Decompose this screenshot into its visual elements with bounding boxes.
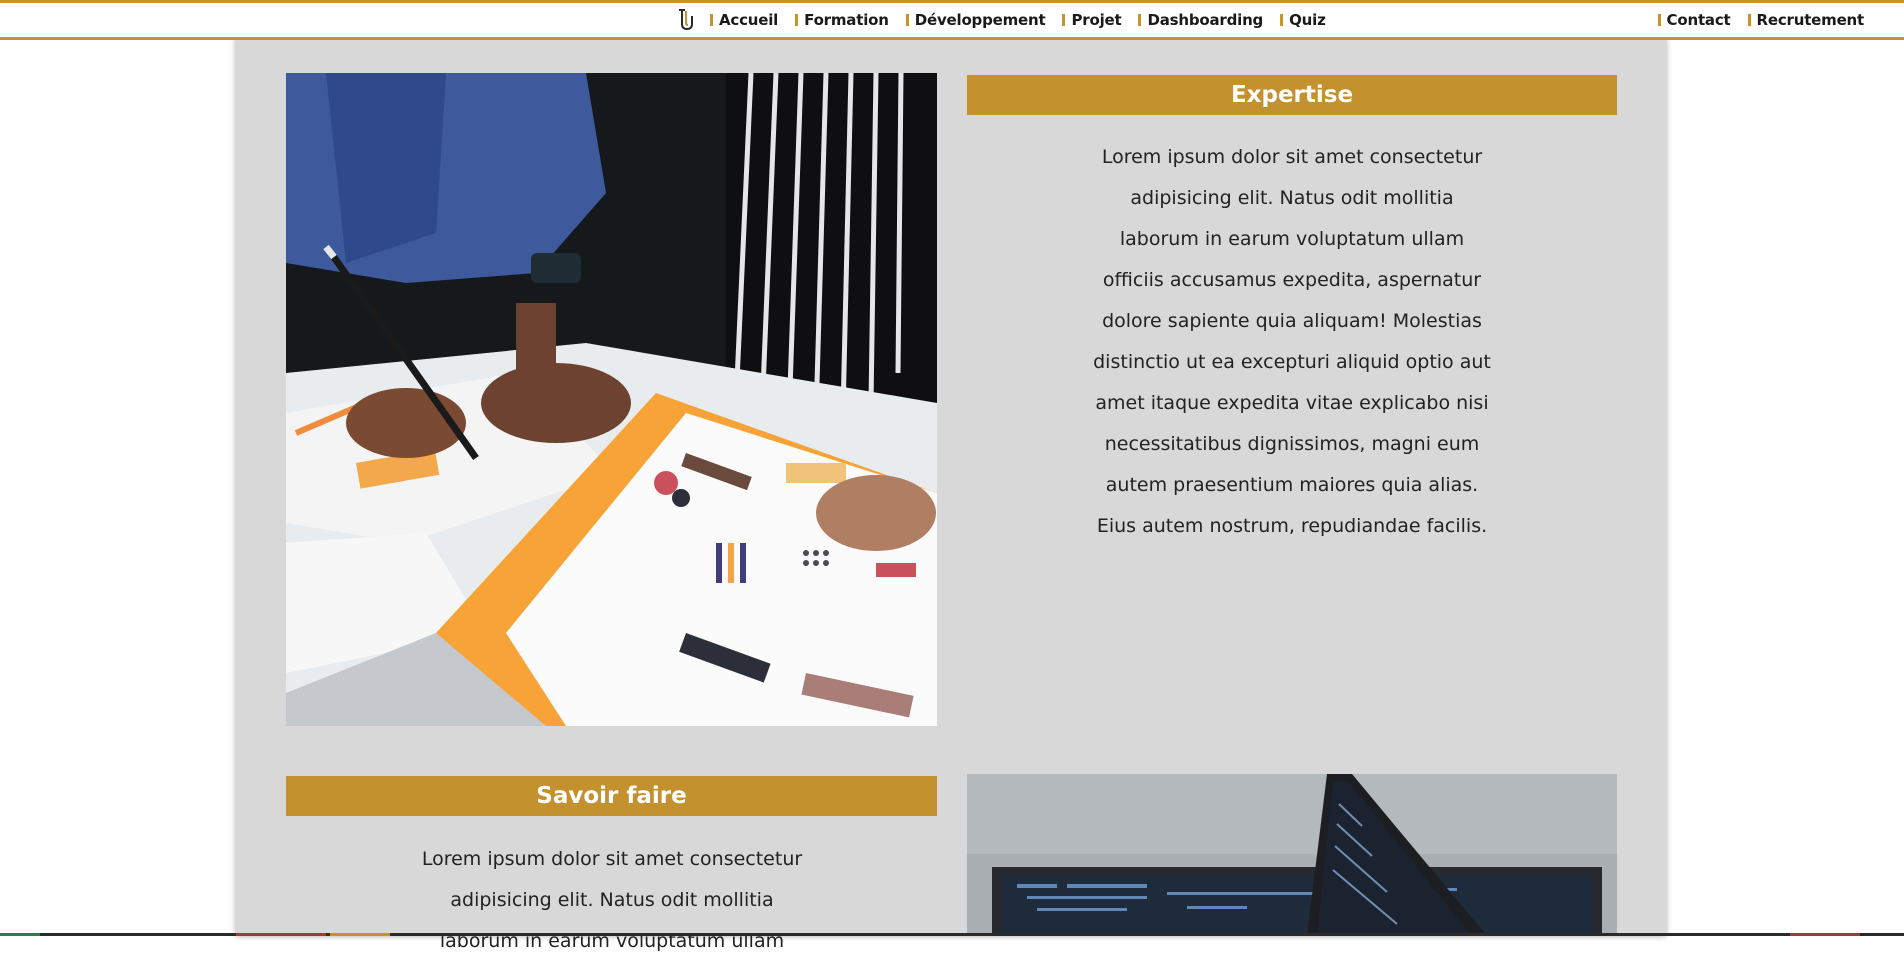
nav-item-label: Développement — [915, 11, 1046, 29]
logo-icon[interactable] — [676, 7, 698, 33]
top-navbar: Accueil Formation Développement Projet D… — [0, 0, 1904, 40]
savoir-faire-heading: Savoir faire — [286, 776, 937, 816]
nav-item-accueil[interactable]: Accueil — [710, 11, 778, 29]
nav-marker — [906, 14, 909, 26]
main-nav: Accueil Formation Développement Projet D… — [676, 3, 1343, 37]
nav-item-label: Quiz — [1289, 11, 1326, 29]
infographic-desk-photo — [286, 73, 937, 726]
nav-item-label: Dashboarding — [1147, 11, 1263, 29]
laptop-code-illustration — [967, 774, 1617, 936]
nav-item-label: Formation — [804, 11, 889, 29]
nav-item-label: Accueil — [719, 11, 778, 29]
nav-item-recrutement[interactable]: Recrutement — [1748, 11, 1865, 29]
infographic-desk-illustration — [286, 73, 937, 726]
nav-marker — [710, 14, 713, 26]
nav-marker — [795, 14, 798, 26]
nav-marker — [1658, 14, 1661, 26]
nav-item-developpement[interactable]: Développement — [906, 11, 1046, 29]
nav-marker — [1280, 14, 1283, 26]
expertise-text: Lorem ipsum dolor sit amet consectetur a… — [1091, 137, 1493, 547]
secondary-nav: Contact Recrutement — [1641, 3, 1864, 37]
nav-item-label: Projet — [1071, 11, 1121, 29]
expertise-heading: Expertise — [967, 75, 1617, 115]
nav-item-projet[interactable]: Projet — [1062, 11, 1121, 29]
nav-marker — [1138, 14, 1141, 26]
nav-item-label: Recrutement — [1757, 11, 1865, 29]
content-panel: Expertise Lorem ipsum dolor sit amet con… — [236, 37, 1666, 936]
nav-marker — [1748, 14, 1751, 26]
savoir-faire-text: Lorem ipsum dolor sit amet consectetur a… — [411, 839, 813, 962]
nav-item-formation[interactable]: Formation — [795, 11, 889, 29]
nav-item-label: Contact — [1667, 11, 1731, 29]
nav-item-quiz[interactable]: Quiz — [1280, 11, 1326, 29]
laptop-code-photo — [967, 774, 1617, 936]
nav-marker — [1062, 14, 1065, 26]
nav-item-dashboarding[interactable]: Dashboarding — [1138, 11, 1263, 29]
nav-item-contact[interactable]: Contact — [1658, 11, 1731, 29]
